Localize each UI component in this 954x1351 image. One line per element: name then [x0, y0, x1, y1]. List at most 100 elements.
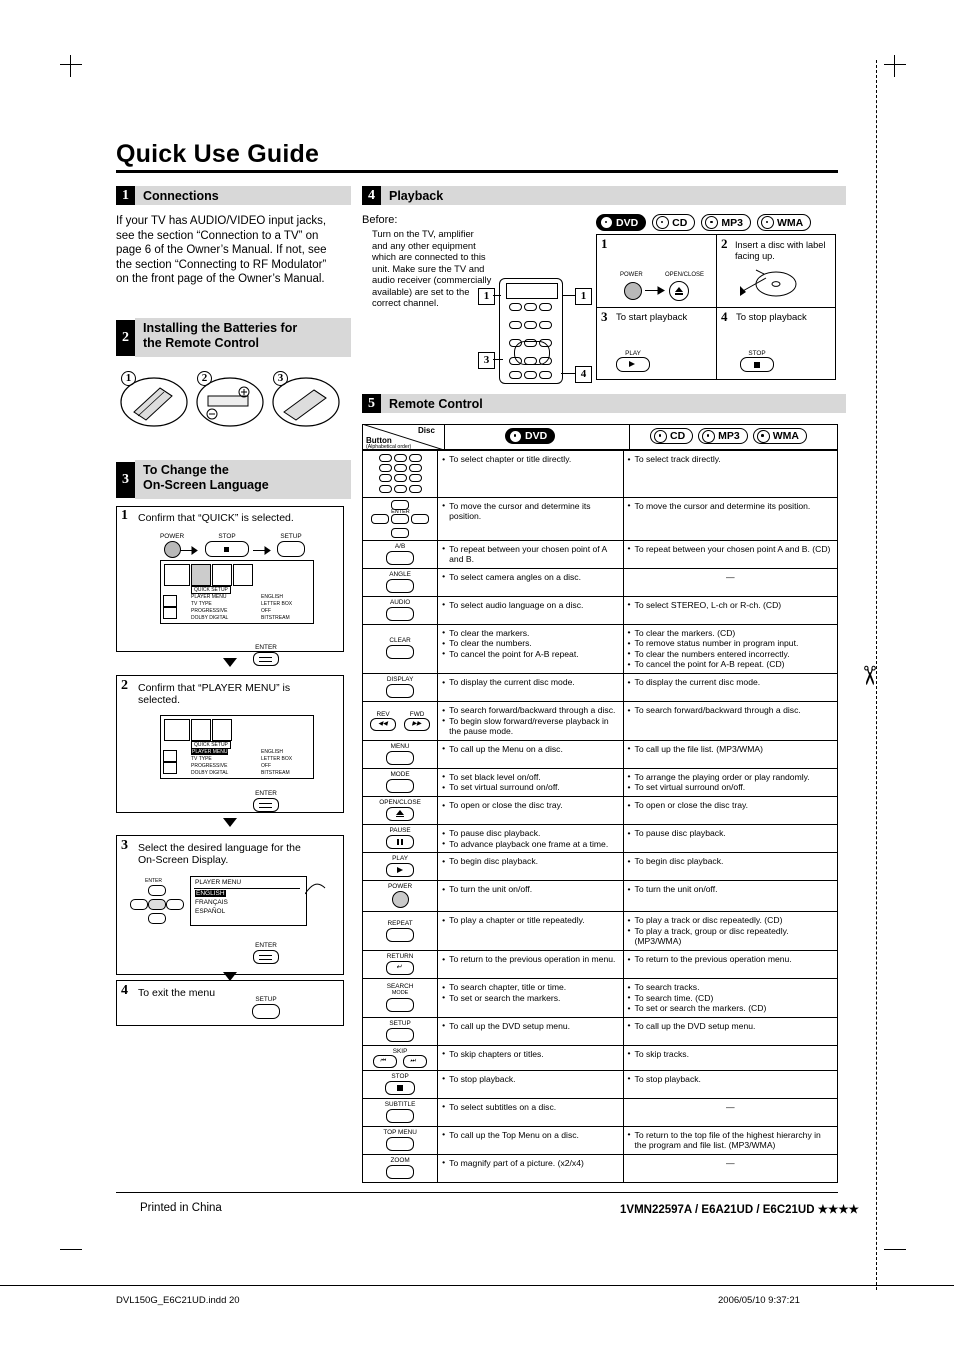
- pause-key-icon[interactable]: [386, 835, 415, 850]
- osd-row-1-r: ENGLISH: [261, 594, 283, 600]
- power-key-icon[interactable]: [391, 891, 409, 909]
- rc-key-icon[interactable]: [386, 927, 415, 942]
- cell-bullet: To display the current disc mode.: [442, 677, 618, 688]
- osd2-row-1-l: PLAYER MENU: [191, 749, 229, 755]
- cell-bullet: To stop playback.: [442, 1073, 618, 1085]
- number-key-icon[interactable]: [393, 464, 407, 473]
- stop-key-label: STOP: [748, 350, 766, 357]
- lang-step2-osd: QUICK SETUP PLAYER MENU ENGLISH TV TYPE …: [160, 715, 314, 779]
- number-key-icon[interactable]: [393, 453, 407, 462]
- rc-key-cell[interactable]: SKIP ⏮ ⏭: [361, 1044, 439, 1071]
- cell-bullet: To search time. (CD): [628, 992, 833, 1004]
- osd-title-2: QUICK SETUP: [191, 741, 231, 749]
- table-row: REPEAT To play a chapter or title repeate…: [361, 911, 839, 951]
- rc-key-icon[interactable]: [386, 1164, 415, 1179]
- rc-key-icon[interactable]: [386, 1027, 415, 1042]
- cell-bullet: To call up the Top Menu on a disc.: [442, 1129, 618, 1141]
- cell-bullet: To return to the previous operation in m…: [442, 954, 618, 965]
- rc-cd-cell: To return to the top file of the highest…: [622, 1125, 839, 1155]
- rc-key-icon[interactable]: [386, 1136, 415, 1151]
- cell-bullet: To begin slow forward/reverse playback i…: [442, 715, 618, 737]
- rc-dvd-cell: To select chapter or title directly.: [437, 450, 624, 498]
- rc-key-icon[interactable]: [386, 606, 415, 621]
- rc-key-cell[interactable]: SETUP: [361, 1016, 439, 1046]
- rc-key-cell[interactable]: TOP MENU: [361, 1125, 439, 1155]
- number-key-icon[interactable]: [378, 484, 392, 493]
- rc-key-cell[interactable]: SEARCH MODE: [361, 978, 439, 1018]
- skip-fwd-icon[interactable]: ⏭: [403, 1054, 428, 1068]
- return-key-icon[interactable]: ↵: [386, 961, 415, 975]
- rc-key-cell[interactable]: [361, 450, 439, 498]
- rc-cd-cell: To pause disc playback.: [622, 824, 839, 854]
- section-4-title: Playback: [381, 186, 846, 205]
- eject-key-icon[interactable]: [386, 807, 415, 822]
- rc-dvd-cell: To select camera angles on a disc.: [437, 567, 624, 597]
- osd-row-2-r: LETTER BOX: [261, 601, 293, 607]
- rc-key-cell[interactable]: PLAY: [361, 852, 439, 882]
- number-key-icon[interactable]: [378, 474, 392, 483]
- rc-key-cell[interactable]: MODE: [361, 767, 439, 798]
- fwd-key-icon[interactable]: ▶▶: [404, 717, 431, 731]
- cursor-left-icon[interactable]: [371, 513, 390, 524]
- play-key-icon[interactable]: [386, 863, 415, 878]
- crop-mark-tl-h: [60, 64, 82, 65]
- cell-bullet: To open or close the disc tray.: [628, 800, 833, 811]
- rc-key-icon[interactable]: [386, 750, 415, 765]
- rc-key-icon[interactable]: [386, 550, 415, 565]
- rc-key-cell[interactable]: OPEN/CLOSE: [361, 796, 439, 826]
- table-row: RETURN↵To return to the previous operati…: [361, 950, 839, 979]
- rc-key-icon[interactable]: [386, 684, 415, 699]
- rc-key-cell[interactable]: REPEAT: [361, 911, 439, 951]
- rc-key-icon[interactable]: [386, 645, 415, 660]
- playback-step-2-label: Insert a disc with label facing up.: [735, 240, 826, 261]
- rc-key-icon[interactable]: [386, 1108, 415, 1123]
- cursor-right-icon[interactable]: [411, 513, 430, 524]
- cursor-down-icon[interactable]: [391, 527, 410, 538]
- rc-key-cell[interactable]: STOP: [361, 1069, 439, 1099]
- rc-dvd-cell: To return to the previous operation in m…: [437, 950, 624, 979]
- rc-key-icon[interactable]: [386, 578, 415, 593]
- rc-key-cell[interactable]: SUBTITLE: [361, 1097, 439, 1127]
- osd2-row-3-l: PROGRESSIVE: [191, 763, 228, 769]
- stop-key-icon[interactable]: [385, 1080, 416, 1095]
- number-key-icon[interactable]: [408, 453, 422, 462]
- rc-key-cell[interactable]: DISPLAY: [361, 673, 439, 703]
- table-row: MENU To call up the Menu on a disc. To cal…: [361, 739, 839, 769]
- number-key-icon[interactable]: [378, 453, 392, 462]
- enter-key-icon[interactable]: [391, 513, 410, 524]
- rc-key-cell[interactable]: ENTER: [361, 496, 439, 541]
- rc-key-cell[interactable]: PAUSE: [361, 824, 439, 854]
- rc-key-cell[interactable]: ZOOM: [361, 1153, 439, 1183]
- number-key-icon[interactable]: [408, 484, 422, 493]
- cell-bullet: To pause disc playback.: [442, 828, 618, 839]
- lang-step-1-text: Confirm that “QUICK” is selected.: [138, 512, 294, 524]
- cell-bullet: To skip tracks.: [628, 1048, 833, 1060]
- battery-step-1-number: 1: [121, 371, 136, 386]
- rc-key-cell[interactable]: CLEAR: [361, 623, 439, 675]
- cell-bullet: To clear the numbers entered incorrectly…: [628, 648, 833, 660]
- rc-key-cell[interactable]: AUDIO: [361, 595, 439, 625]
- table-row: ENTERTo move the cursor and determine it…: [361, 496, 839, 541]
- playback-eject-key-icon: [669, 281, 689, 301]
- rc-key-cell[interactable]: POWER: [361, 880, 439, 913]
- number-key-icon[interactable]: [393, 484, 407, 493]
- table-row: A/B To repeat between your chosen point o…: [361, 539, 839, 569]
- rc-key-cell[interactable]: RETURN ↵: [361, 950, 439, 979]
- cursor-up-icon[interactable]: [391, 499, 410, 510]
- search-mode-key-icon[interactable]: [386, 997, 415, 1012]
- number-key-icon[interactable]: [408, 464, 422, 473]
- cell-bullet: To clear the markers. (CD): [628, 627, 833, 639]
- playback-step-3-number: 3: [601, 309, 608, 324]
- rc-cd-cell: To search tracks.To search time. (CD)To …: [622, 978, 839, 1018]
- number-key-icon[interactable]: [393, 474, 407, 483]
- number-key-icon[interactable]: [408, 474, 422, 483]
- rc-key-cell[interactable]: A/B: [361, 539, 439, 569]
- rev-key-icon[interactable]: ◀◀: [370, 717, 397, 731]
- rc-key-cell[interactable]: MENU: [361, 739, 439, 769]
- rc-key-cell[interactable]: ANGLE: [361, 567, 439, 597]
- rc-dvd-cell: To skip chapters or titles.: [437, 1044, 624, 1071]
- rc-key-cell[interactable]: REV ◀◀ FWD ▶▶: [361, 701, 439, 741]
- rc-key-icon[interactable]: [386, 778, 415, 793]
- skip-back-icon[interactable]: ⏮: [373, 1054, 398, 1068]
- number-key-icon[interactable]: [378, 464, 392, 473]
